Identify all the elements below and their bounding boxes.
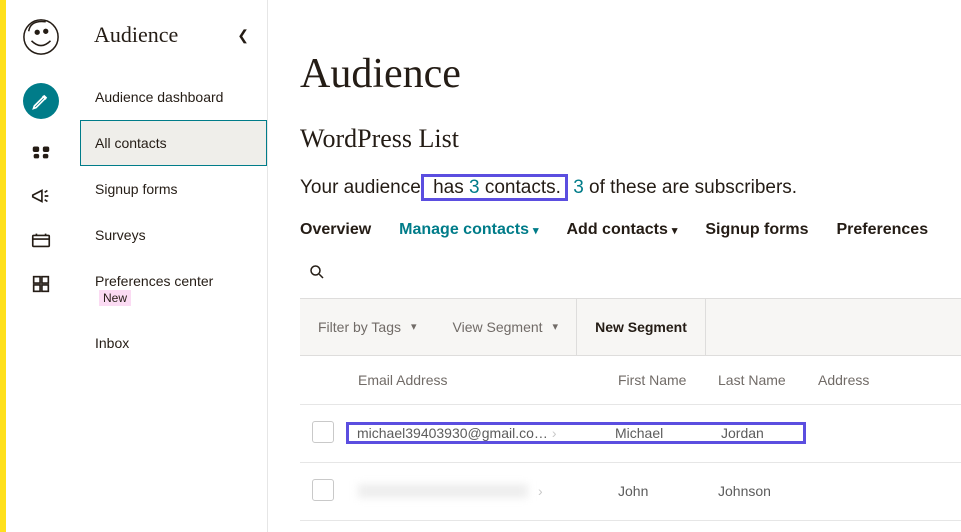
grid-icon[interactable] — [30, 273, 52, 295]
window-icon[interactable] — [30, 229, 52, 251]
chevron-down-icon: ▾ — [533, 225, 539, 237]
sidebar-item-preferences-center[interactable]: Preferences center New — [80, 258, 267, 320]
last-name-cell: Jordan — [721, 425, 764, 441]
first-name-cell: John — [606, 462, 706, 520]
col-first-name: First Name — [606, 356, 706, 405]
list-name: WordPress List — [300, 124, 961, 154]
col-checkbox — [300, 356, 346, 405]
main-content: Audience WordPress List Your audience ha… — [268, 0, 961, 532]
toolbar-spacer — [706, 299, 961, 355]
binoculars-icon[interactable] — [30, 141, 52, 163]
sidebar: Audience ❮ Audience dashboard All contac… — [76, 0, 268, 532]
segment-toolbar: Filter by Tags▾ View Segment▾ New Segmen… — [300, 299, 961, 356]
last-name-cell: Johnson — [706, 462, 806, 520]
row-checkbox[interactable] — [312, 479, 334, 501]
col-last-name: Last Name — [706, 356, 806, 405]
chevron-right-icon: › — [538, 483, 543, 499]
sidebar-item-inbox[interactable]: Inbox — [80, 320, 267, 366]
chevron-down-icon: ▾ — [553, 320, 559, 333]
new-badge: New — [99, 290, 131, 306]
table-row[interactable]: michael39403930@gmail.co…› Michael Jorda… — [300, 404, 961, 462]
search-icon[interactable] — [308, 263, 326, 281]
tab-add-contacts[interactable]: Add contacts▾ — [567, 221, 678, 239]
sidebar-item-signup-forms[interactable]: Signup forms — [80, 166, 267, 212]
audience-summary: Your audience has 3 contacts. 3 of these… — [300, 174, 961, 203]
pencil-icon[interactable] — [23, 83, 59, 119]
contacts-table: Email Address First Name Last Name Addre… — [300, 356, 961, 521]
row-highlight: michael39403930@gmail.co…› Michael Jorda… — [346, 422, 806, 444]
tab-overview[interactable]: Overview — [300, 221, 371, 239]
contacts-count-highlight: has 3 contacts. — [421, 174, 568, 201]
email-cell: michael39403930@gmail.co… — [357, 425, 548, 441]
tab-signup-forms[interactable]: Signup forms — [705, 221, 808, 239]
col-address: Address — [806, 356, 961, 405]
mailchimp-logo[interactable] — [22, 18, 60, 61]
chevron-left-icon[interactable]: ❮ — [237, 27, 249, 44]
tabs: Overview Manage contacts▾ Add contacts▾ … — [300, 221, 961, 239]
sidebar-item-all-contacts[interactable]: All contacts — [80, 120, 267, 166]
view-segment[interactable]: View Segment▾ — [435, 299, 578, 355]
new-segment[interactable]: New Segment — [577, 299, 706, 355]
tab-preferences[interactable]: Preferences — [836, 221, 928, 239]
sidebar-title: Audience — [94, 22, 178, 48]
icon-rail — [6, 0, 76, 532]
table-row[interactable]: › John Johnson — [300, 462, 961, 520]
first-name-cell: Michael — [615, 425, 703, 441]
page-title: Audience — [300, 50, 961, 98]
sidebar-item-surveys[interactable]: Surveys — [80, 212, 267, 258]
email-cell-redacted — [358, 484, 528, 498]
chevron-right-icon: › — [552, 425, 557, 441]
chevron-down-icon: ▾ — [411, 320, 417, 333]
chevron-down-icon: ▾ — [672, 225, 678, 237]
col-email: Email Address — [346, 356, 606, 405]
filter-by-tags[interactable]: Filter by Tags▾ — [300, 299, 435, 355]
tab-manage-contacts[interactable]: Manage contacts▾ — [399, 221, 538, 239]
row-checkbox[interactable] — [312, 421, 334, 443]
sidebar-item-dashboard[interactable]: Audience dashboard — [80, 74, 267, 120]
megaphone-icon[interactable] — [30, 185, 52, 207]
